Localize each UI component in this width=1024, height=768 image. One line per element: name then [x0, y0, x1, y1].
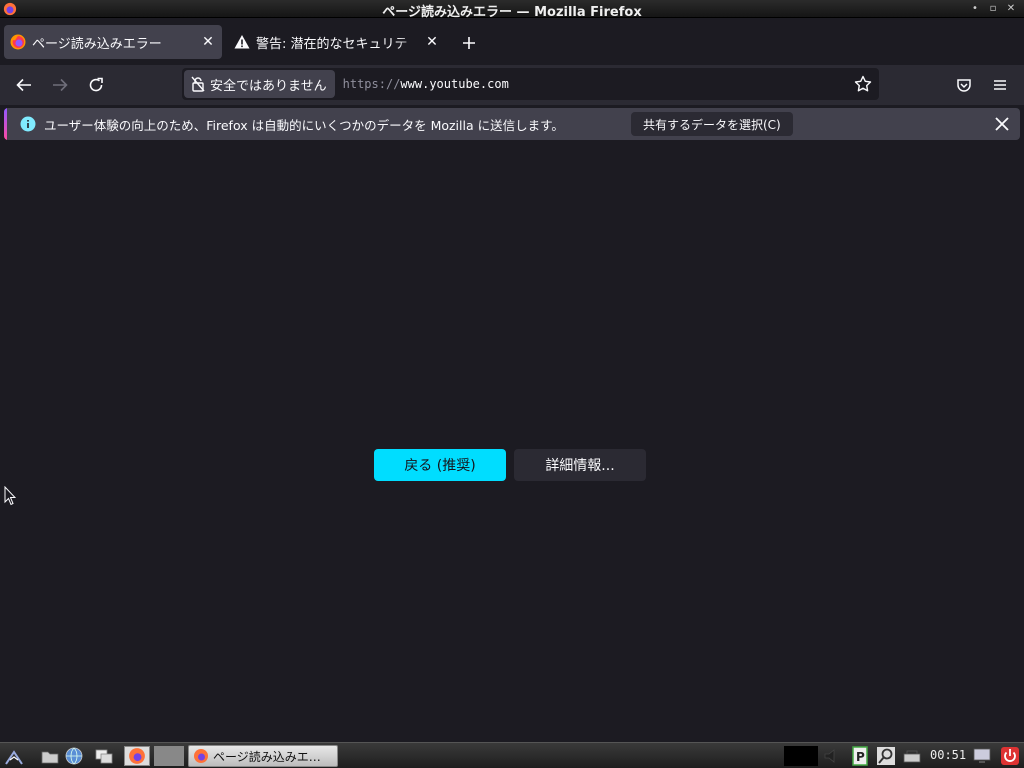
window-titlebar[interactable]: ページ読み込みエラー — Mozilla Firefox • ▫ ✕ — [0, 0, 1024, 20]
power-icon[interactable] — [1000, 746, 1020, 766]
bookmark-star-icon[interactable] — [853, 74, 873, 94]
back-button[interactable] — [8, 69, 40, 101]
choose-data-button[interactable]: 共有するデータを選択(C) — [631, 112, 793, 136]
tab-close-icon[interactable]: ✕ — [422, 32, 442, 52]
identity-label: 安全ではありません — [210, 78, 327, 94]
network-icon[interactable] — [902, 746, 922, 766]
plus-icon — [463, 37, 475, 49]
firefox-icon — [129, 748, 145, 764]
pocket-button[interactable] — [948, 69, 980, 101]
site-identity-button[interactable]: 安全ではありません — [184, 70, 335, 98]
firefox-launcher[interactable] — [124, 746, 150, 766]
url-scheme: https:// — [342, 77, 401, 91]
broken-lock-icon — [191, 76, 205, 92]
folder-icon[interactable] — [40, 746, 60, 766]
warning-icon — [234, 35, 250, 49]
svg-text:P: P — [856, 750, 865, 764]
tab-close-icon[interactable]: ✕ — [198, 32, 218, 52]
tray-black-box — [784, 746, 818, 766]
pocket-icon — [957, 79, 971, 92]
tab-label: ページ読み込みエラー — [32, 36, 162, 52]
advanced-button[interactable]: 詳細情報... — [514, 449, 646, 481]
tab-label: 警告: 潜在的なセキュリテ — [256, 36, 408, 52]
url-input[interactable]: https://www.youtube.com — [343, 77, 853, 91]
url-bar[interactable]: 安全ではありません https://www.youtube.com — [182, 68, 879, 100]
reload-icon — [89, 77, 103, 92]
screen: ページ読み込みエラー — Mozilla Firefox • ▫ ✕ ページ読み… — [0, 0, 1024, 768]
go-back-button[interactable]: 戻る (推奨) — [374, 449, 506, 481]
data-reporting-notification: ユーザー体験の向上のため、Firefox は自動的にいくつかのデータを Mozi… — [4, 108, 1020, 140]
hamburger-menu-icon — [994, 80, 1006, 90]
parking-icon[interactable]: P — [850, 746, 870, 766]
app-menu-button[interactable] — [984, 69, 1016, 101]
forward-button[interactable] — [44, 69, 76, 101]
close-icon[interactable] — [992, 114, 1012, 134]
monitor-icon[interactable] — [972, 746, 992, 766]
windows-icon[interactable] — [94, 746, 114, 766]
tab-security-warning[interactable]: 警告: 潜在的なセキュリテ ✕ — [228, 25, 446, 59]
magnifier-icon[interactable] — [876, 746, 896, 766]
minimize-icon[interactable]: • — [968, 2, 982, 16]
nav-bar: 安全ではありません https://www.youtube.com — [0, 65, 1024, 105]
restore-icon[interactable]: ▫ — [986, 2, 1000, 16]
globe-icon[interactable] — [64, 746, 84, 766]
arrow-left-icon — [16, 78, 31, 92]
clock: 00:51 — [930, 748, 967, 762]
workspace-switcher[interactable] — [154, 746, 184, 766]
taskbar-task-label: ページ読み込みエ… — [213, 749, 321, 764]
mouse-cursor-icon — [4, 486, 16, 506]
reload-button[interactable] — [80, 69, 112, 101]
info-icon — [20, 116, 36, 132]
volume-icon[interactable] — [822, 746, 842, 766]
tab-page-load-error[interactable]: ページ読み込みエラー ✕ — [4, 25, 222, 59]
window-title: ページ読み込みエラー — Mozilla Firefox — [382, 5, 642, 20]
new-tab-button[interactable] — [456, 31, 482, 55]
start-menu-icon[interactable] — [4, 746, 24, 766]
firefox-icon — [10, 34, 26, 50]
tab-strip: ページ読み込みエラー ✕ 警告: 潜在的なセキュリテ ✕ — [0, 19, 1024, 65]
arrow-right-icon — [53, 78, 68, 92]
close-window-icon[interactable]: ✕ — [1004, 2, 1018, 16]
notification-message: ユーザー体験の向上のため、Firefox は自動的にいくつかのデータを Mozi… — [44, 117, 564, 133]
notification-accent — [4, 108, 7, 140]
taskbar: ページ読み込みエ… P 00:51 — [0, 742, 1024, 768]
url-host: www.youtube.com — [400, 77, 509, 91]
page-content: 戻る (推奨) 詳細情報... — [0, 143, 1024, 742]
firefox-icon — [194, 749, 208, 763]
taskbar-task-firefox[interactable]: ページ読み込みエ… — [188, 745, 338, 767]
